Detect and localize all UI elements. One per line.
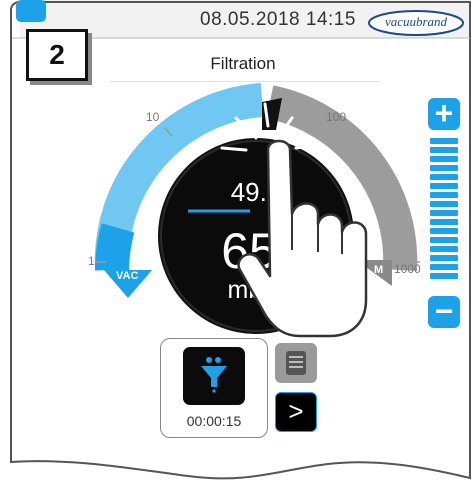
tap-hand-icon <box>220 102 368 338</box>
